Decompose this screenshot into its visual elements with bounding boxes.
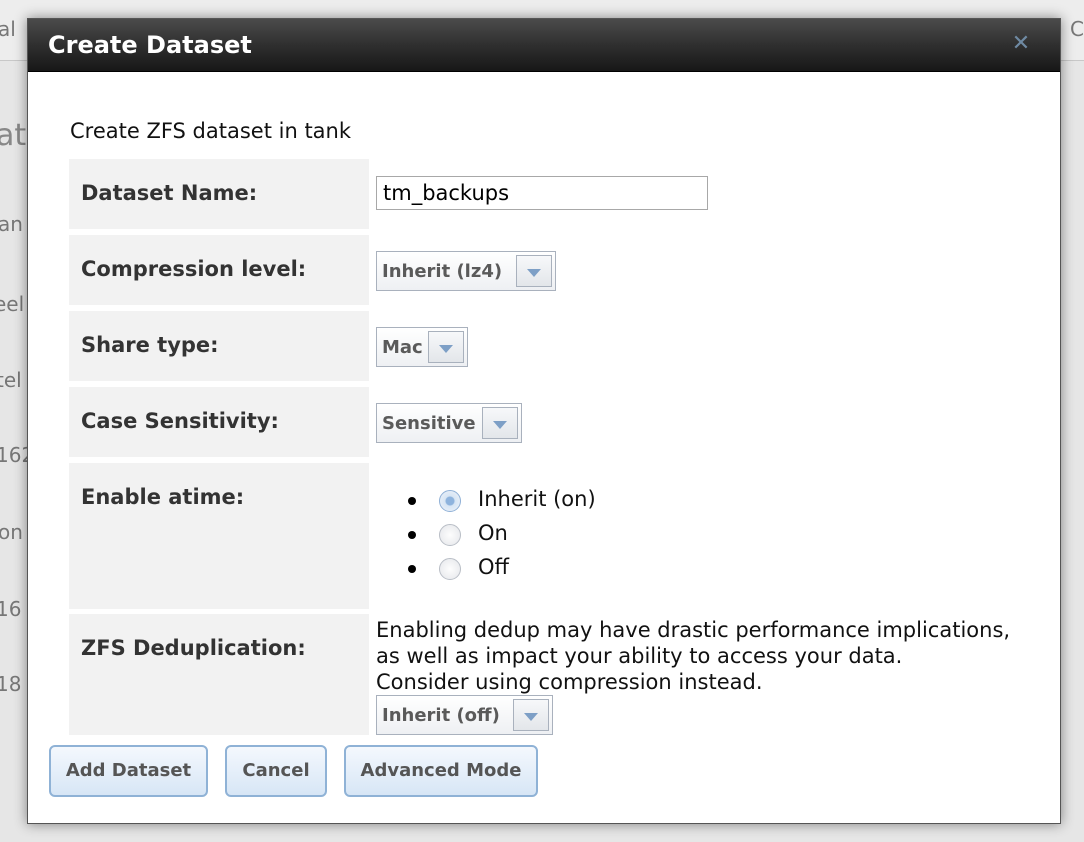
background-text: tel <box>0 368 22 392</box>
radio-atime-on[interactable]: On <box>408 520 668 550</box>
radio-atime-off[interactable]: Off <box>408 554 668 584</box>
background-text: on <box>0 520 23 544</box>
radio-button[interactable] <box>439 524 461 546</box>
share-type-select[interactable]: Mac <box>376 327 468 367</box>
add-dataset-button[interactable]: Add Dataset <box>49 745 208 797</box>
cancel-button[interactable]: Cancel <box>225 745 327 797</box>
compression-label: Compression level: <box>81 257 307 281</box>
radio-button-checked[interactable] <box>439 490 461 512</box>
compression-select-value: Inherit (lz4) <box>382 261 503 282</box>
chevron-down-icon[interactable] <box>513 699 549 731</box>
row-case-sensitivity-label: Case Sensitivity: <box>69 387 369 457</box>
background-text: an <box>0 212 23 236</box>
dedup-select[interactable]: Inherit (off) <box>376 695 553 735</box>
dedup-warning-text: Enabling dedup may have drastic performa… <box>376 617 1056 695</box>
case-sensitivity-label: Case Sensitivity: <box>81 409 279 433</box>
dedup-select-value: Inherit (off) <box>382 705 500 726</box>
share-type-select-value: Mac <box>382 337 423 358</box>
row-dedup-label: ZFS Deduplication: <box>69 614 369 735</box>
chevron-down-icon[interactable] <box>516 255 552 287</box>
dialog-titlebar[interactable]: Create Dataset ✕ <box>28 19 1060 72</box>
background-text: 16 <box>0 597 22 621</box>
share-type-label: Share type: <box>81 333 219 357</box>
create-dataset-dialog: Create Dataset ✕ Create ZFS dataset in t… <box>27 18 1061 824</box>
background-text: al <box>0 17 16 41</box>
radio-label: Off <box>478 555 509 579</box>
bullet-icon <box>408 531 416 539</box>
compression-select[interactable]: Inherit (lz4) <box>376 251 556 291</box>
dialog-subtitle: Create ZFS dataset in tank <box>70 119 352 143</box>
dedup-label: ZFS Deduplication: <box>81 636 306 660</box>
radio-button[interactable] <box>439 558 461 580</box>
chevron-down-icon[interactable] <box>482 407 518 439</box>
background-text: eel <box>0 292 25 316</box>
row-share-type-label: Share type: <box>69 311 369 381</box>
case-sensitivity-select[interactable]: Sensitive <box>376 403 522 443</box>
background-text: C <box>1070 17 1084 41</box>
row-compression-label: Compression level: <box>69 235 369 305</box>
bullet-icon <box>408 497 416 505</box>
radio-label: On <box>478 521 508 545</box>
dedup-warning-line: Enabling dedup may have drastic performa… <box>376 618 1011 642</box>
row-dataset-name-label: Dataset Name: <box>69 159 369 229</box>
advanced-mode-button[interactable]: Advanced Mode <box>344 745 538 797</box>
background-text: 18 <box>0 672 22 696</box>
radio-atime-inherit[interactable]: Inherit (on) <box>408 486 668 516</box>
dataset-name-label: Dataset Name: <box>81 181 258 205</box>
chevron-down-icon[interactable] <box>428 331 464 363</box>
bullet-icon <box>408 565 416 573</box>
case-sensitivity-select-value: Sensitive <box>382 413 476 434</box>
dedup-warning-line: Consider using compression instead. <box>376 670 763 694</box>
dedup-warning-line: as well as impact your ability to access… <box>376 644 903 668</box>
row-atime-label: Enable atime: <box>69 463 369 609</box>
close-icon[interactable]: ✕ <box>1008 31 1034 57</box>
atime-label: Enable atime: <box>81 485 245 509</box>
radio-label: Inherit (on) <box>478 487 596 511</box>
dialog-title: Create Dataset <box>48 31 252 59</box>
dataset-name-input[interactable] <box>376 176 708 210</box>
